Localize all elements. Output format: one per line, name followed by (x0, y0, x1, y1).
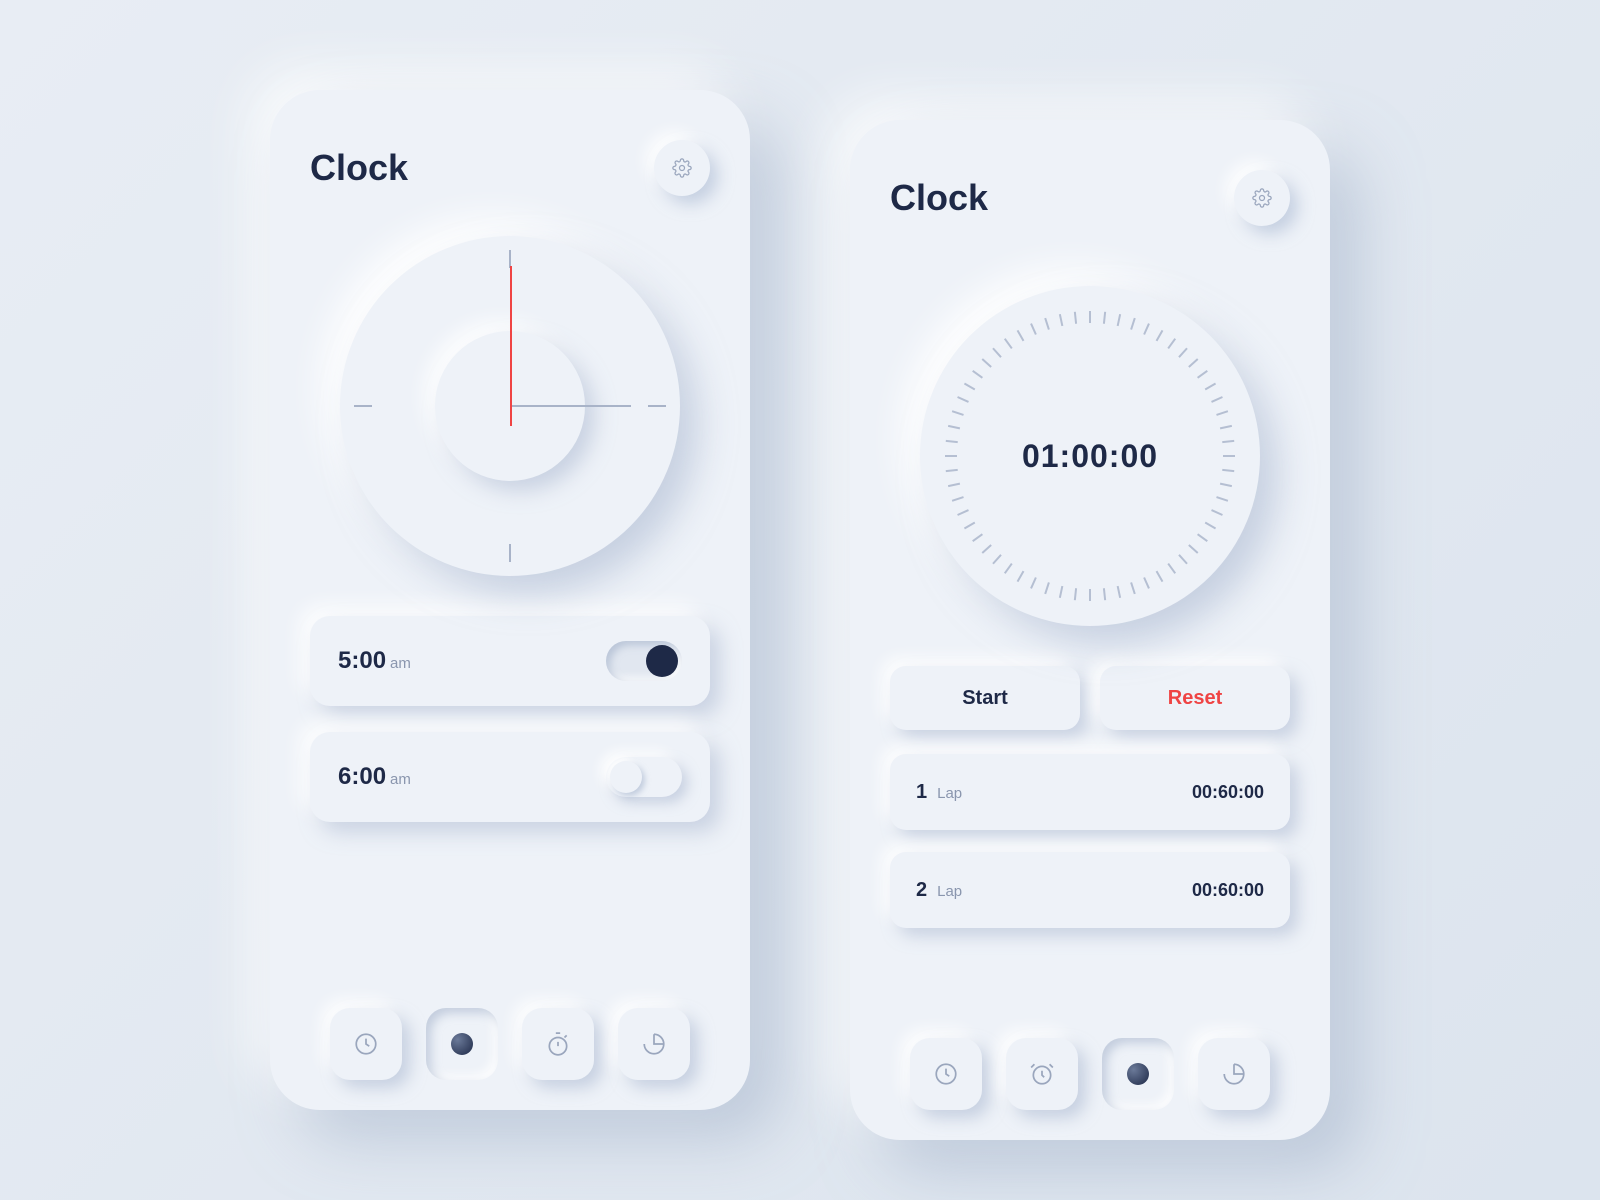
clock-tick (354, 405, 372, 407)
stopwatch-icon (545, 1031, 571, 1057)
alarm-toggle[interactable] (606, 641, 682, 681)
lap-label: Lap (937, 883, 962, 900)
alarm-time-value: 5:00 (338, 647, 386, 674)
header: Clock (310, 140, 710, 196)
alarm-ampm: am (390, 655, 411, 672)
clock-icon (933, 1061, 959, 1087)
second-hand (510, 266, 512, 406)
bottom-nav (310, 988, 710, 1080)
phone-clock-alarms: Clock 5:00am 6:00am (270, 90, 750, 1110)
reset-button[interactable]: Reset (1100, 666, 1290, 730)
analog-clock (340, 236, 680, 576)
alarm-icon (1029, 1061, 1055, 1087)
nav-alarm[interactable] (1006, 1038, 1078, 1110)
alarm-row: 5:00am (310, 616, 710, 706)
toggle-knob (610, 761, 642, 793)
nav-stopwatch[interactable] (522, 1008, 594, 1080)
lap-row: 2 Lap 00:60:00 (890, 852, 1290, 928)
gear-icon (672, 158, 692, 178)
gear-icon (1252, 188, 1272, 208)
page-title: Clock (310, 147, 408, 189)
nav-alarm[interactable] (426, 1008, 498, 1080)
timer-icon (1221, 1061, 1247, 1087)
clock-tick (648, 405, 666, 407)
nav-clock[interactable] (330, 1008, 402, 1080)
minute-hand (511, 405, 631, 407)
alarm-icon (451, 1033, 473, 1055)
alarm-row: 6:00am (310, 732, 710, 822)
nav-timer[interactable] (1198, 1038, 1270, 1110)
lap-time: 00:60:00 (1192, 782, 1264, 803)
alarm-time: 5:00am (338, 647, 411, 675)
header: Clock (890, 170, 1290, 226)
clock-tick (509, 544, 511, 562)
stopwatch-dial: 01:00:00 (920, 286, 1260, 626)
lap-label: Lap (937, 785, 962, 802)
alarm-ampm: am (390, 771, 411, 788)
settings-button[interactable] (654, 140, 710, 196)
alarm-time-value: 6:00 (338, 763, 386, 790)
nav-timer[interactable] (618, 1008, 690, 1080)
stopwatch-buttons: Start Reset (890, 666, 1290, 730)
alarm-time: 6:00am (338, 763, 411, 791)
toggle-knob (646, 645, 678, 677)
alarm-toggle[interactable] (606, 757, 682, 797)
settings-button[interactable] (1234, 170, 1290, 226)
nav-stopwatch[interactable] (1102, 1038, 1174, 1110)
bottom-nav (890, 1018, 1290, 1110)
lap-time: 00:60:00 (1192, 880, 1264, 901)
stopwatch-icon (1127, 1063, 1149, 1085)
clock-icon (353, 1031, 379, 1057)
lap-number: 1 (916, 781, 927, 804)
phone-stopwatch: Clock 01:00:00 Start Reset 1 Lap 00:60:0… (850, 120, 1330, 1140)
lap-row: 1 Lap 00:60:00 (890, 754, 1290, 830)
stopwatch-value: 01:00:00 (1022, 438, 1158, 475)
start-button[interactable]: Start (890, 666, 1080, 730)
lap-number: 2 (916, 879, 927, 902)
nav-clock[interactable] (910, 1038, 982, 1110)
timer-icon (641, 1031, 667, 1057)
page-title: Clock (890, 177, 988, 219)
